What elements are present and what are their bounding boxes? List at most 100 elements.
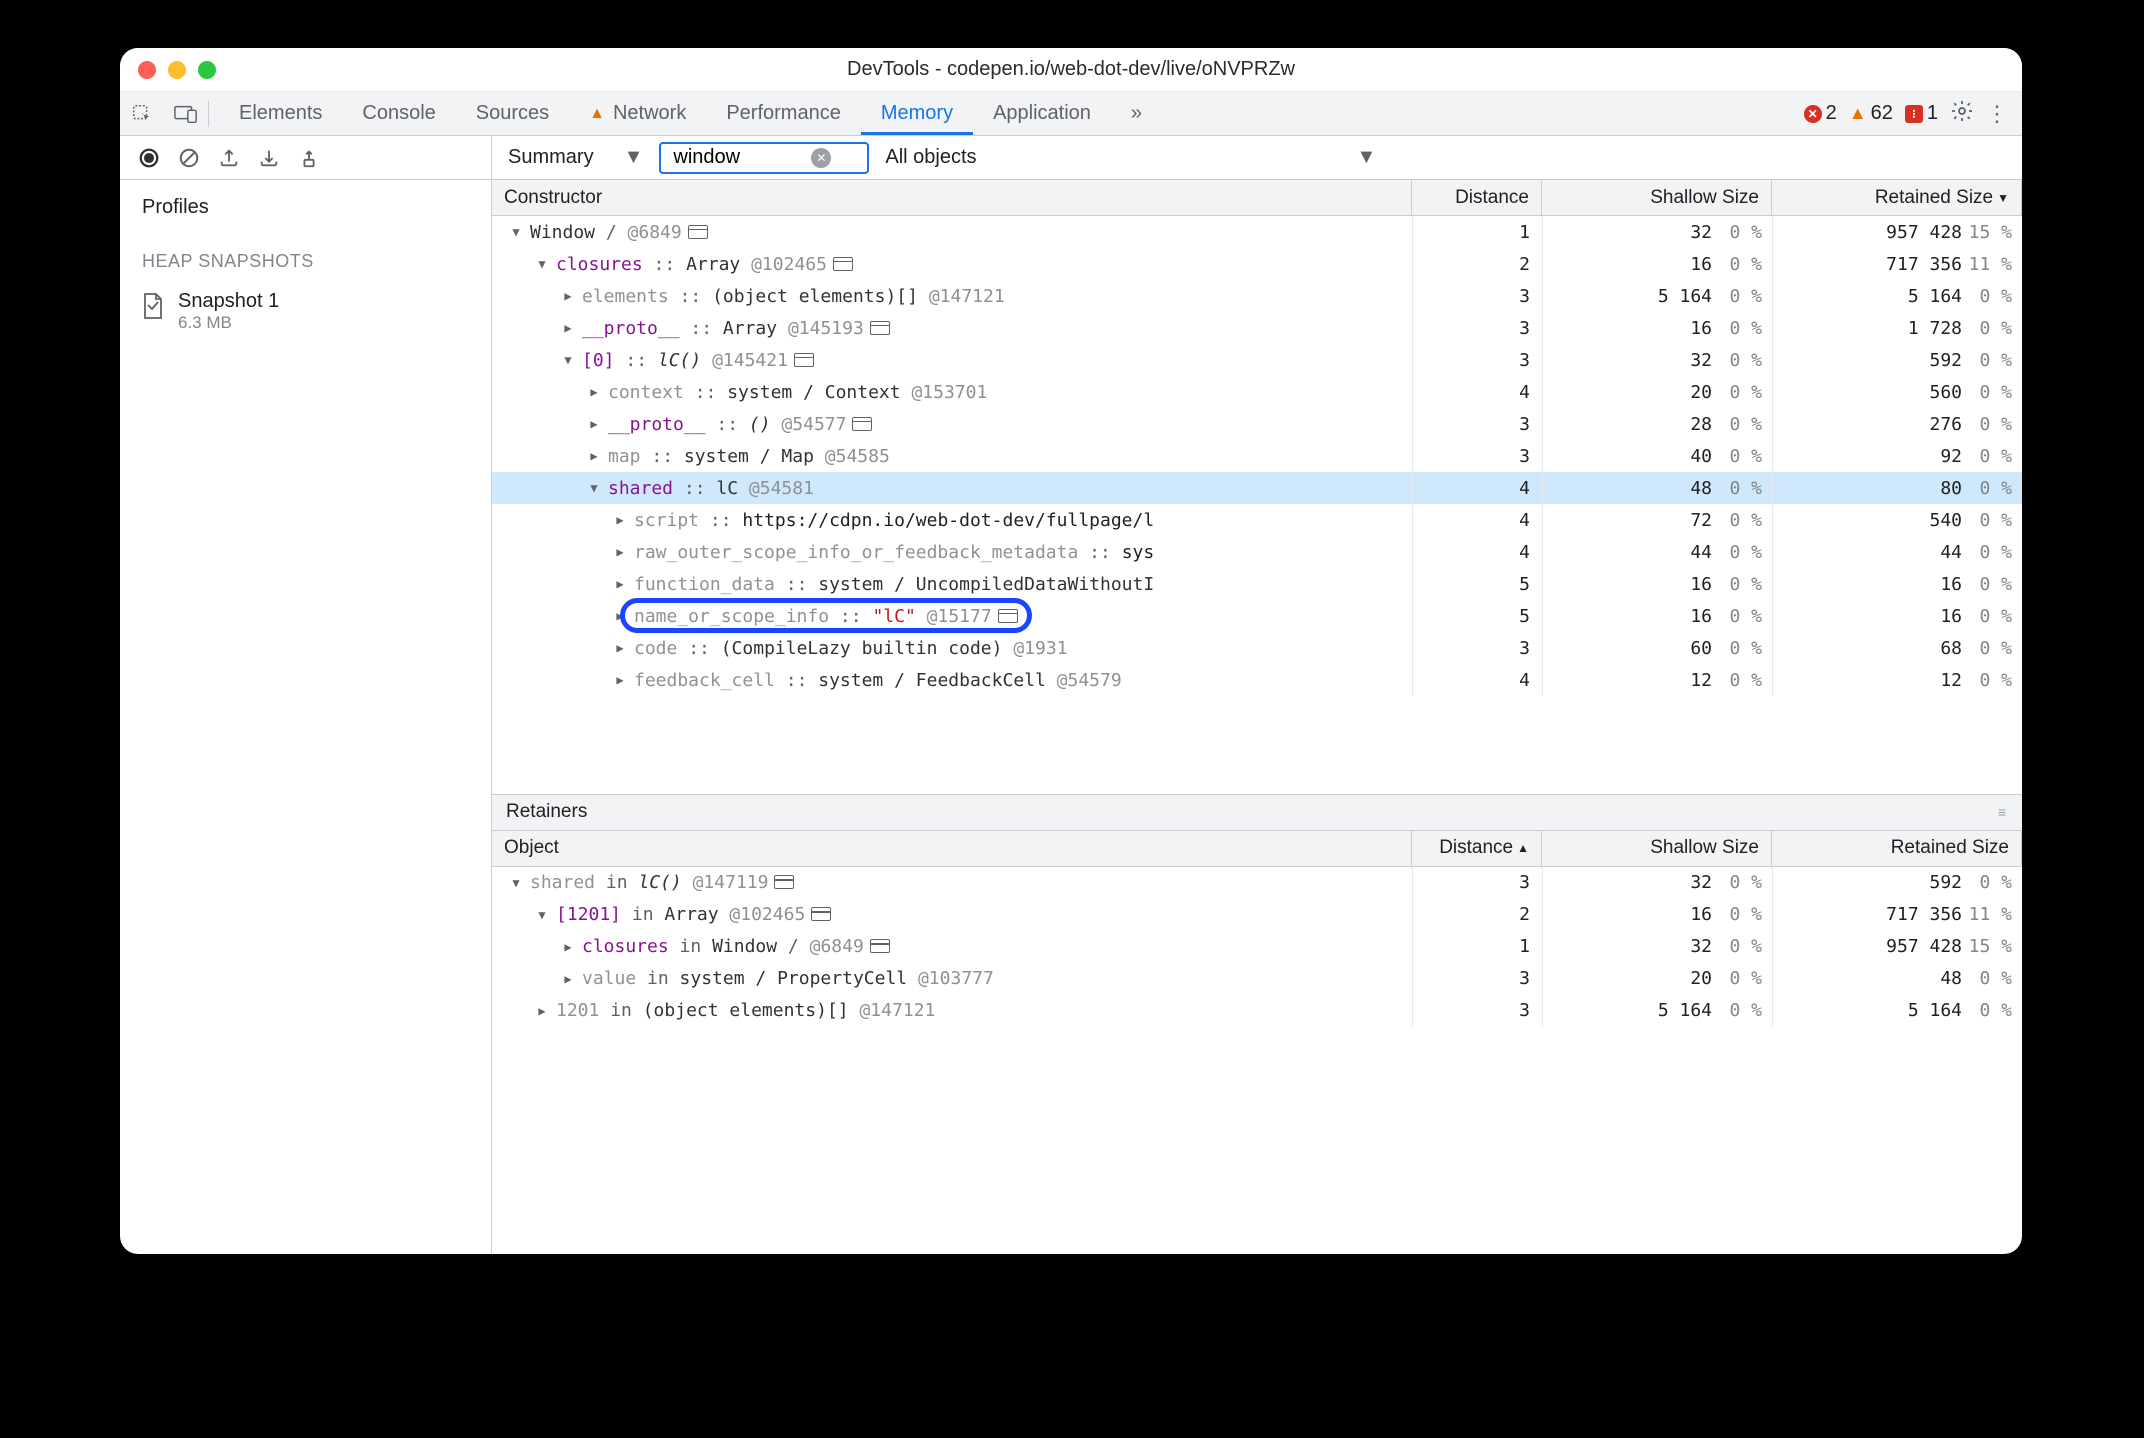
chevron-right-icon[interactable]: ▶ bbox=[560, 289, 576, 303]
col-retained-r[interactable]: Retained Size bbox=[1772, 831, 2022, 866]
chevron-down-icon[interactable]: ▼ bbox=[586, 481, 602, 495]
retainers-rows[interactable]: ▼shared in lC() @1471193320 %5920 %▼[120… bbox=[492, 867, 2022, 1254]
chevron-down-icon[interactable]: ▼ bbox=[534, 908, 550, 922]
window-ref-icon bbox=[774, 875, 794, 889]
table-row[interactable]: ▼Window / @68491320 %957 42815 % bbox=[492, 216, 2022, 248]
chevron-down-icon[interactable]: ▼ bbox=[508, 225, 524, 239]
warning-count[interactable]: ▲62 bbox=[1849, 102, 1893, 125]
retainers-pane: Object Distance▲ Shallow Size Retained S… bbox=[492, 831, 2022, 1254]
snapshot-size: 6.3 MB bbox=[178, 313, 279, 333]
pane-grip-icon[interactable]: ≡ bbox=[1998, 804, 2008, 820]
class-filter-input[interactable] bbox=[671, 145, 801, 170]
constructors-rows[interactable]: ▼Window / @68491320 %957 42815 %▼closure… bbox=[492, 216, 2022, 794]
chevron-down-icon[interactable]: ▼ bbox=[560, 353, 576, 367]
table-row[interactable]: ▼closures :: Array @1024652160 %717 3561… bbox=[492, 248, 2022, 280]
retainers-bar: Retainers ≡ bbox=[492, 795, 2022, 831]
table-row[interactable]: ▶map :: system / Map @545853400 %920 % bbox=[492, 440, 2022, 472]
tab-console[interactable]: Console bbox=[342, 92, 455, 135]
window-ref-icon bbox=[852, 417, 872, 431]
gc-icon[interactable] bbox=[298, 147, 320, 169]
chevron-right-icon[interactable]: ▶ bbox=[612, 673, 628, 687]
chevron-right-icon[interactable]: ▶ bbox=[586, 385, 602, 399]
table-row[interactable]: ▶name_or_scope_info :: "lC" @151775160 %… bbox=[492, 600, 2022, 632]
table-row[interactable]: ▶code :: (CompileLazy builtin code) @193… bbox=[492, 632, 2022, 664]
chevron-right-icon[interactable]: ▶ bbox=[586, 417, 602, 431]
chevron-right-icon[interactable]: ▶ bbox=[612, 577, 628, 591]
chevron-right-icon[interactable]: ▶ bbox=[534, 1004, 550, 1018]
retainers-header: Object Distance▲ Shallow Size Retained S… bbox=[492, 831, 2022, 867]
table-row[interactable]: ▶context :: system / Context @1537014200… bbox=[492, 376, 2022, 408]
export-icon[interactable] bbox=[218, 147, 240, 169]
col-shallow-r[interactable]: Shallow Size bbox=[1542, 831, 1772, 866]
col-shallow[interactable]: Shallow Size bbox=[1542, 180, 1772, 215]
table-row[interactable]: ▼shared :: lC @545814480 %800 % bbox=[492, 472, 2022, 504]
chevron-right-icon[interactable]: ▶ bbox=[560, 940, 576, 954]
gear-icon[interactable] bbox=[1950, 99, 1974, 129]
object-scope-select[interactable]: All objects▼ bbox=[885, 146, 1376, 169]
snapshot-icon bbox=[142, 292, 166, 323]
minimize-window[interactable] bbox=[168, 61, 186, 79]
table-row[interactable]: ▶function_data :: system / UncompiledDat… bbox=[492, 568, 2022, 600]
window-title: DevTools - codepen.io/web-dot-dev/live/o… bbox=[120, 58, 2022, 81]
record-icon[interactable] bbox=[138, 147, 160, 169]
chevron-right-icon[interactable]: ▶ bbox=[612, 609, 628, 623]
table-row[interactable]: ▼shared in lC() @1471193320 %5920 % bbox=[492, 867, 2022, 899]
tab-performance[interactable]: Performance bbox=[706, 92, 861, 135]
chevron-down-icon[interactable]: ▼ bbox=[508, 876, 524, 890]
col-object[interactable]: Object bbox=[492, 831, 1412, 866]
table-row[interactable]: ▶closures in Window / @68491320 %957 428… bbox=[492, 931, 2022, 963]
clear-icon[interactable] bbox=[178, 147, 200, 169]
error-count[interactable]: ✕2 bbox=[1804, 102, 1837, 125]
main-tabstrip: ElementsConsoleSources▲NetworkPerformanc… bbox=[120, 92, 2022, 136]
table-row[interactable]: ▶__proto__ :: () @545773280 %2760 % bbox=[492, 408, 2022, 440]
close-window[interactable] bbox=[138, 61, 156, 79]
table-row[interactable]: ▶__proto__ :: Array @1451933160 %1 7280 … bbox=[492, 312, 2022, 344]
more-tabs[interactable]: » bbox=[1111, 102, 1162, 125]
chevron-right-icon[interactable]: ▶ bbox=[560, 321, 576, 335]
extension-count[interactable]: ⁝1 bbox=[1905, 102, 1938, 125]
table-row[interactable]: ▼[1201] in Array @1024652160 %717 35611 … bbox=[492, 899, 2022, 931]
col-distance[interactable]: Distance bbox=[1412, 180, 1542, 215]
window-ref-icon bbox=[688, 225, 708, 239]
kebab-icon[interactable]: ⋮ bbox=[1986, 101, 2008, 127]
chevron-right-icon[interactable]: ▶ bbox=[586, 449, 602, 463]
chevron-right-icon[interactable]: ▶ bbox=[612, 513, 628, 527]
view-select[interactable]: Summary▼ bbox=[508, 146, 643, 169]
traffic-lights bbox=[138, 61, 216, 79]
table-row[interactable]: ▼[0] :: lC() @1454213320 %5920 % bbox=[492, 344, 2022, 376]
chevron-right-icon[interactable]: ▶ bbox=[560, 972, 576, 986]
chevron-right-icon[interactable]: ▶ bbox=[612, 641, 628, 655]
window-ref-icon bbox=[811, 907, 831, 921]
table-row[interactable]: ▶elements :: (object elements)[] @147121… bbox=[492, 280, 2022, 312]
window-ref-icon bbox=[870, 321, 890, 335]
snapshot-name: Snapshot 1 bbox=[178, 290, 279, 313]
clear-filter-icon[interactable]: ✕ bbox=[811, 148, 831, 168]
col-distance-r[interactable]: Distance▲ bbox=[1412, 831, 1542, 866]
chevron-right-icon[interactable]: ▶ bbox=[612, 545, 628, 559]
tab-sources[interactable]: Sources bbox=[456, 92, 569, 135]
tab-elements[interactable]: Elements bbox=[219, 92, 342, 135]
window-ref-icon bbox=[794, 353, 814, 367]
col-retained[interactable]: Retained Size▼ bbox=[1772, 180, 2022, 215]
col-constructor[interactable]: Constructor bbox=[492, 180, 1412, 215]
table-row[interactable]: ▶script :: https://cdpn.io/web-dot-dev/f… bbox=[492, 504, 2022, 536]
snapshot-item[interactable]: Snapshot 1 6.3 MB bbox=[120, 282, 491, 341]
class-filter[interactable]: ✕ bbox=[659, 142, 869, 174]
table-row[interactable]: ▶raw_outer_scope_info_or_feedback_metada… bbox=[492, 536, 2022, 568]
table-row[interactable]: ▶1201 in (object elements)[] @14712135 1… bbox=[492, 995, 2022, 1027]
device-toolbar-icon[interactable] bbox=[164, 104, 208, 124]
inspect-element-icon[interactable] bbox=[120, 103, 164, 125]
table-row[interactable]: ▶feedback_cell :: system / FeedbackCell … bbox=[492, 664, 2022, 696]
tab-network[interactable]: ▲Network bbox=[569, 92, 706, 135]
import-icon[interactable] bbox=[258, 147, 280, 169]
zoom-window[interactable] bbox=[198, 61, 216, 79]
constructors-pane: Constructor Distance Shallow Size Retain… bbox=[492, 180, 2022, 795]
titlebar: DevTools - codepen.io/web-dot-dev/live/o… bbox=[120, 48, 2022, 92]
constructors-header: Constructor Distance Shallow Size Retain… bbox=[492, 180, 2022, 216]
tab-memory[interactable]: Memory bbox=[861, 92, 973, 135]
window-ref-icon bbox=[870, 939, 890, 953]
tab-application[interactable]: Application bbox=[973, 92, 1111, 135]
table-row[interactable]: ▶value in system / PropertyCell @1037773… bbox=[492, 963, 2022, 995]
chevron-down-icon[interactable]: ▼ bbox=[534, 257, 550, 271]
heap-snapshots-label: HEAP SNAPSHOTS bbox=[120, 231, 491, 282]
